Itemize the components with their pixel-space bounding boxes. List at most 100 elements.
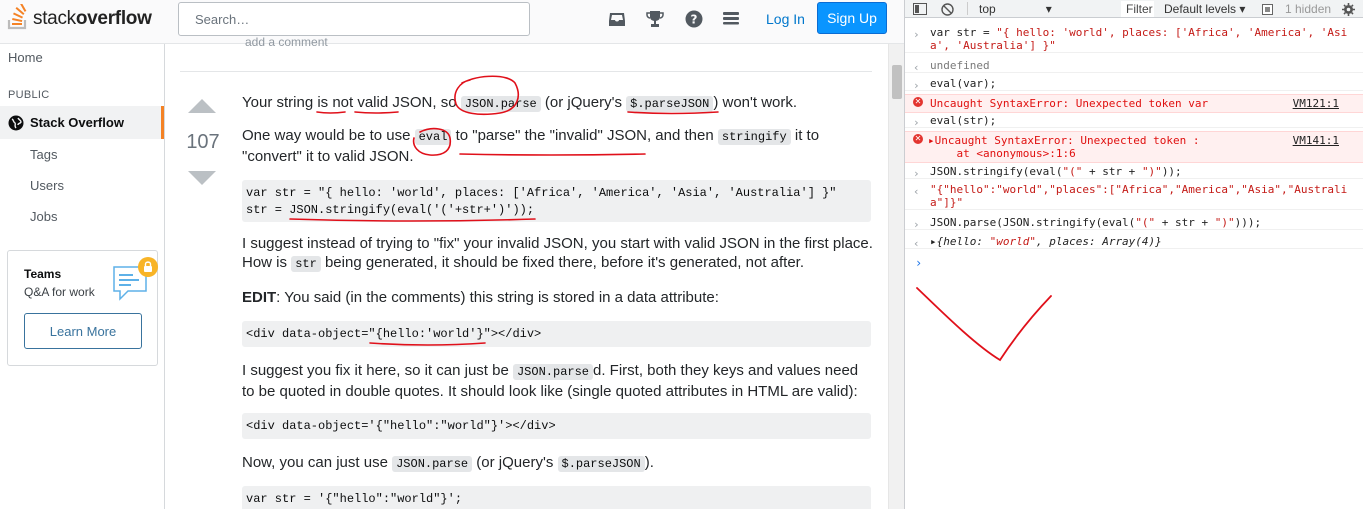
result-object[interactable]: {hello: (937, 235, 990, 248)
console-input-line: › eval(var); (905, 77, 1363, 92)
console-result-line: ‹ undefined (905, 59, 1363, 74)
nav-home[interactable]: Home (8, 50, 43, 65)
help-icon[interactable]: ? (684, 10, 704, 28)
result-object[interactable]: , places: Array(4)} (1036, 235, 1162, 248)
console-input-line: › JSON.stringify(eval("(" + str + ")")); (905, 165, 1363, 180)
site-switcher-icon[interactable] (721, 10, 741, 28)
text: : You said (in the comments) this string… (276, 289, 719, 306)
code-text: )); (1161, 165, 1182, 178)
left-sidebar: Home PUBLIC Stack Overflow Tags Users Jo… (0, 44, 165, 509)
text: Now, you can just use (242, 454, 393, 471)
console-prompt-icon[interactable]: › (915, 256, 922, 270)
text: (or jQuery's (540, 94, 627, 111)
toolbar-separator (967, 2, 968, 15)
teams-chat-lock-icon (106, 257, 162, 305)
page-scrollbar[interactable] (888, 44, 904, 509)
answer-paragraph-4: EDIT: You said (in the comments) this st… (242, 288, 874, 307)
expand-triangle-icon[interactable]: ▸ (928, 134, 935, 147)
text: One way would be to use (242, 127, 415, 144)
input-chevron-icon: › (913, 79, 920, 92)
inline-code: JSON.parse (392, 456, 473, 472)
downvote-arrow-icon[interactable] (188, 171, 216, 185)
console-error-line: ✕ ▸Uncaught SyntaxError: Unexpected token… (905, 131, 1363, 163)
edit-label: EDIT (242, 289, 277, 306)
result-chevron-icon: ‹ (913, 185, 920, 198)
checkbox-icon[interactable] (1262, 1, 1273, 17)
console-input-line: › var str = "{ hello: 'world', places: ['… (905, 26, 1363, 53)
toggle-sidebar-icon[interactable] (913, 1, 927, 17)
error-text: Uncaught SyntaxError: Unexpected token v… (930, 97, 1209, 110)
stack-logo-icon (7, 1, 29, 35)
nav-jobs[interactable]: Jobs (30, 209, 57, 224)
stackoverflow-page: stackoverflow ? Log In Sign Up Home PUBL… (0, 0, 904, 509)
gear-icon[interactable] (1342, 1, 1355, 17)
inline-code: JSON.parse (512, 364, 593, 380)
text: (or jQuery's (472, 454, 558, 471)
input-chevron-icon: › (913, 28, 920, 41)
upvote-arrow-icon[interactable] (188, 99, 216, 113)
error-icon: ✕ (913, 97, 923, 107)
result-string: "{"hello":"world","places":["Africa","Am… (930, 183, 1348, 209)
expand-triangle-icon[interactable]: ▸ (930, 235, 937, 248)
code-block-1: var str = "{ hello: 'world', places: ['A… (242, 180, 871, 222)
globe-icon (8, 115, 24, 131)
inline-code: str (291, 256, 321, 272)
result-chevron-icon: ‹ (913, 61, 920, 74)
string-literal: ")" (1214, 216, 1235, 229)
input-chevron-icon: › (913, 116, 920, 129)
context-selector[interactable]: top ▾ (977, 1, 1063, 17)
answer-paragraph-3: I suggest instead of trying to "fix" you… (242, 234, 874, 274)
text: ) won't work. (713, 94, 798, 111)
nav-stack-overflow[interactable]: Stack Overflow (0, 106, 164, 139)
input-chevron-icon: › (913, 167, 920, 180)
login-button[interactable]: Log In (758, 9, 813, 29)
signup-button[interactable]: Sign Up (817, 2, 887, 34)
logo-text: stackoverflow (33, 8, 152, 30)
result-chevron-icon: ‹ (913, 237, 920, 250)
code-text: + str + (1155, 216, 1215, 229)
nav-tags[interactable]: Tags (30, 147, 57, 162)
teams-title: Teams (24, 267, 62, 281)
answer-paragraph-5: I suggest you fix it here, so it can jus… (242, 361, 874, 401)
code-text: + str + (1082, 165, 1142, 178)
answer-divider (180, 71, 872, 72)
site-logo[interactable]: stackoverflow (7, 1, 152, 35)
answer-paragraph-1: Your string is not valid JSON, so JSON.p… (242, 93, 874, 114)
string-literal: "(" (1135, 216, 1156, 229)
context-label: top (979, 2, 996, 16)
text: I suggest you fix it here, so it can jus… (242, 362, 513, 379)
text: Your string is not valid JSON, so (242, 94, 461, 111)
text: ). (644, 454, 654, 471)
text: being generated, it should be fixed ther… (320, 254, 804, 271)
code-block-4: var str = '{"hello":"world"}'; (242, 486, 871, 509)
nav-users[interactable]: Users (30, 178, 64, 193)
add-comment-link[interactable]: add a comment (245, 35, 328, 49)
clear-console-icon[interactable] (941, 1, 954, 17)
console-input-line: › eval(str); (905, 114, 1363, 129)
inline-code: JSON.parse (460, 96, 541, 112)
log-levels-dropdown[interactable]: Default levels ▾ (1164, 1, 1245, 17)
top-bar: stackoverflow ? Log In Sign Up (0, 0, 904, 44)
code-text: JSON.parse(JSON.stringify(eval( (930, 216, 1136, 229)
filter-input[interactable]: Filter (1121, 1, 1154, 17)
source-link[interactable]: VM121:1 (1293, 97, 1339, 110)
console-error-line: ✕ Uncaught SyntaxError: Unexpected token … (905, 94, 1363, 113)
code-block-3: <div data-object='{"hello":"world"}'></d… (242, 413, 871, 439)
inbox-icon[interactable] (607, 10, 627, 28)
code-text: eval(var); (930, 77, 997, 90)
learn-more-button[interactable]: Learn More (24, 313, 142, 349)
hidden-count: 1 hidden (1285, 2, 1332, 16)
inline-code: stringify (717, 129, 791, 145)
code-block-2: <div data-object="{hello:'world'}"></div… (242, 321, 871, 347)
inline-code: eval (414, 129, 452, 145)
error-text: Uncaught SyntaxError: Unexpected token :… (934, 134, 1200, 160)
string-literal: "(" (1062, 165, 1083, 178)
scrollbar-thumb[interactable] (892, 65, 902, 99)
answer-content: add a comment 107 Your string is not val… (166, 35, 888, 509)
input-chevron-icon: › (913, 218, 920, 231)
console-toolbar: top ▾ Filter Default levels ▾ 1 hidden (905, 0, 1363, 18)
achievements-trophy-icon[interactable] (645, 10, 665, 28)
source-link[interactable]: VM141:1 (1293, 134, 1339, 147)
string-literal: "world" (989, 235, 1036, 248)
search-input[interactable] (178, 2, 530, 36)
